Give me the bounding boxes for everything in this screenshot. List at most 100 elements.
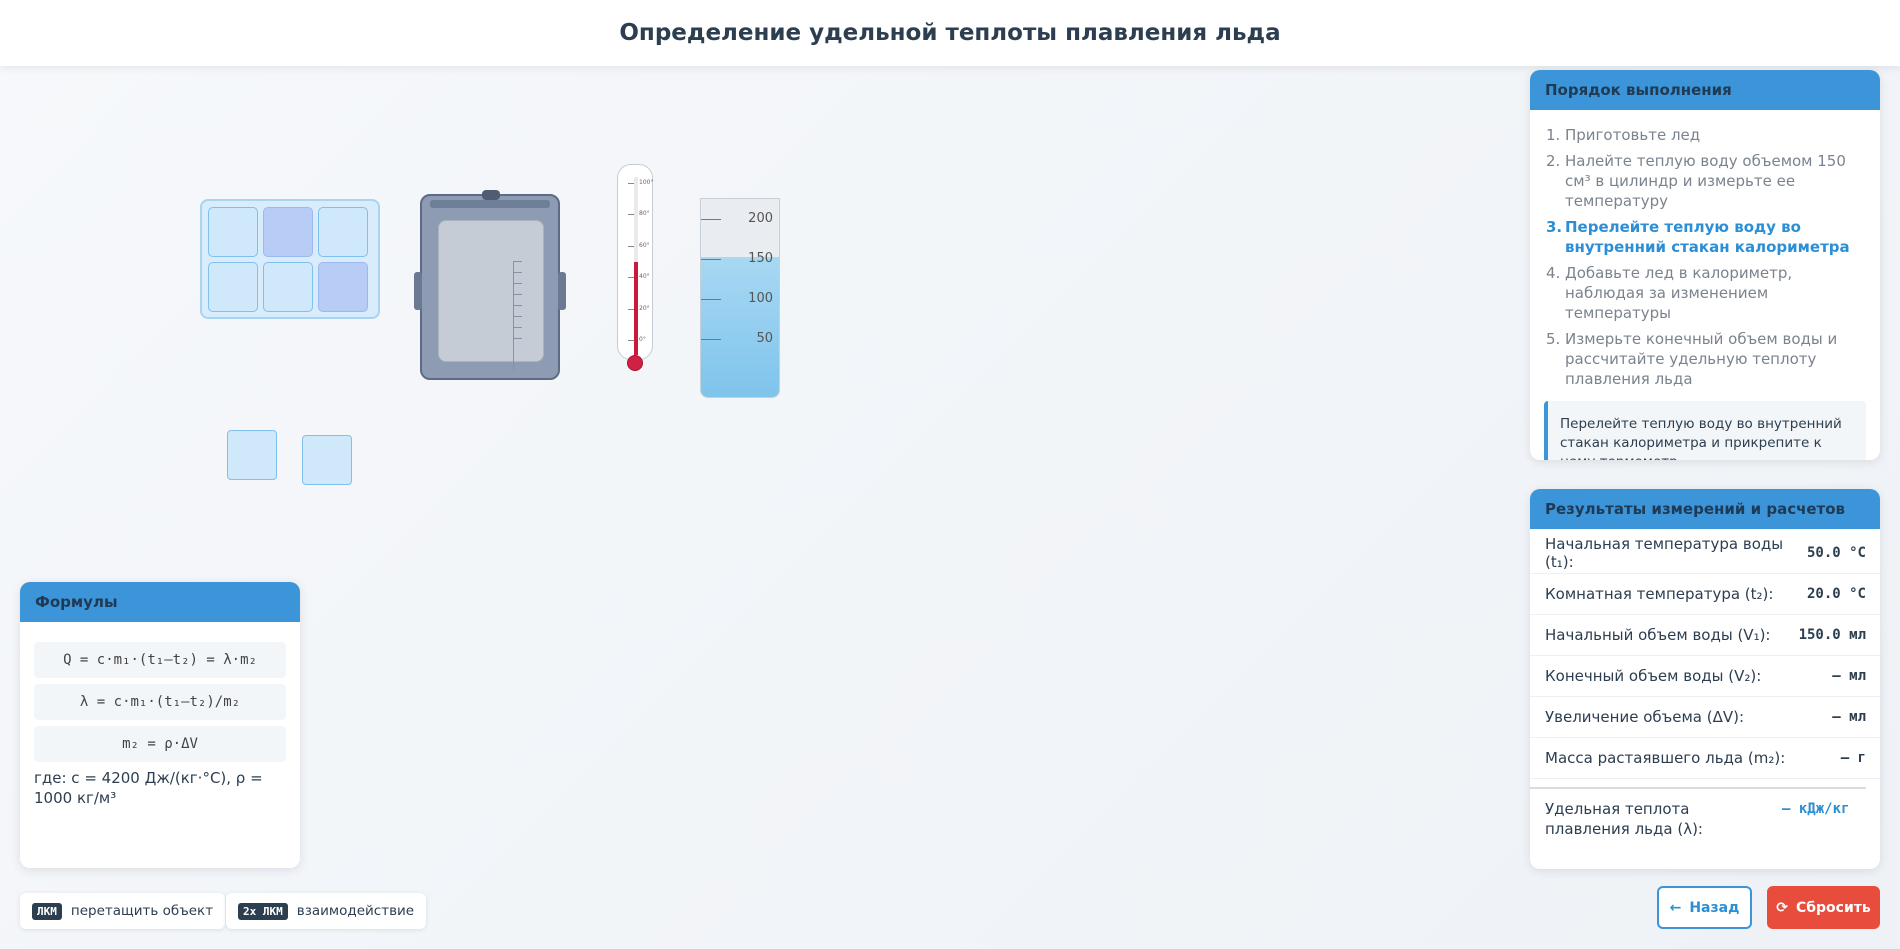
hint-box: Перелейте теплую воду во внутренний стак… [1544,401,1866,460]
result-row: Конечный объем воды (V₂): – мл [1530,656,1880,697]
legend-interact: 2x ЛКМ взаимодействие [226,893,427,929]
app-header: Определение удельной теплоты плавления л… [0,0,1900,66]
thermometer-tick [628,277,634,279]
cylinder-label: 150 [748,251,773,266]
thermometer-label: 60° [639,241,650,249]
ice-tray[interactable] [200,199,380,319]
result-label: Начальный объем воды (V₁): [1545,626,1771,644]
results-panel: Результаты измерений и расчетов Начальна… [1530,489,1880,869]
step-number: 4. [1546,264,1561,282]
step-text: Приготовьте лед [1565,126,1701,144]
instructions-title: Порядок выполнения [1530,70,1880,110]
step-text: Добавьте лед в калориметр, наблюдая за и… [1565,264,1793,322]
back-button[interactable]: ← Назад [1657,886,1752,929]
result-value: 150.0 мл [1798,627,1866,643]
step-number: 1. [1546,126,1561,144]
ice-cube[interactable] [263,262,313,312]
thermometer-label: 20° [639,304,650,312]
result-row: Комнатная температура (t₂): 20.0 °C [1530,574,1880,615]
ice-cube[interactable] [318,207,368,257]
thermometer-mercury [634,261,638,355]
result-value: 20.0 °C [1806,586,1866,602]
result-value: – г [1840,750,1866,766]
cylinder-label: 50 [756,331,773,346]
formulas-panel: Формулы Q = c·m₁·(t₁–t₂) = λ·m₂ λ = c·m₁·… [20,582,300,868]
step-number: 5. [1546,330,1561,348]
ice-tray-slot-empty [263,207,313,257]
mouse-key-badge: 2x ЛКМ [238,902,288,920]
page-title: Определение удельной теплоты плавления л… [619,20,1281,46]
ice-cube[interactable] [208,207,258,257]
step-item: 1. Приготовьте лед [1546,125,1864,145]
step-text: Измерьте конечный объем воды и рассчитай… [1565,330,1838,388]
results-title: Результаты измерений и расчетов [1530,489,1880,529]
result-row: Начальный объем воды (V₁): 150.0 мл [1530,615,1880,656]
step-number: 2. [1546,152,1561,170]
thermometer-tick [628,245,634,247]
calorimeter-handle [558,272,566,310]
cylinder-water [701,257,779,397]
ice-cube[interactable] [208,262,258,312]
step-item: 2. Налейте теплую воду объемом 150 см³ в … [1546,151,1864,211]
step-text: Налейте теплую воду объемом 150 см³ в ци… [1565,152,1846,210]
thermometer[interactable]: 100° 80° 60° 40° 20° 0° [617,164,654,371]
formula-item: m₂ = ρ·ΔV [34,726,286,762]
legend-text: перетащить объект [70,903,214,919]
mouse-key-badge: ЛКМ [32,902,62,920]
cylinder-label: 100 [748,291,773,306]
formula-note: где: c = 4200 Дж/(кг·°C), ρ = 1000 кг/м³ [34,769,263,807]
result-label: Масса растаявшего льда (m₂): [1545,749,1786,767]
back-label: Назад [1689,899,1740,916]
calorimeter[interactable] [414,190,566,380]
formula-item: λ = c·m₁·(t₁–t₂)/m₂ [34,684,286,720]
result-row: Масса растаявшего льда (m₂): – г [1530,738,1880,779]
instructions-panel: Порядок выполнения 1. Приготовьте лед 2. На… [1530,70,1880,460]
result-label: Конечный объем воды (V₂): [1545,667,1762,685]
measuring-cylinder[interactable]: 200 150 100 50 [700,198,780,398]
step-item: 4. Добавьте лед в калориметр, наблюдая за… [1546,263,1864,323]
calorimeter-knob [482,190,500,200]
result-value: – мл [1832,709,1866,725]
result-value: – мл [1832,668,1866,684]
formula-list: Q = c·m₁·(t₁–t₂) = λ·m₂ λ = c·m₁·(t₁–t₂)/… [20,622,300,762]
thermometer-tick [628,340,634,341]
ice-cube[interactable] [302,435,352,485]
formulas-title: Формулы [20,582,300,622]
cylinder-tick [701,339,721,340]
thermometer-label: 80° [639,210,650,218]
result-final-row: Удельная теплота плавления льда (λ): – к… [1530,787,1866,849]
step-number: 3. [1546,218,1563,236]
calorimeter-inner-cup[interactable] [438,220,544,371]
legend-drag: ЛКМ перетащить объект [20,893,226,929]
reset-label: Сбросить [1795,899,1871,916]
step-text: Перелейте теплую воду во внутренний стак… [1565,218,1850,256]
steps-list: 1. Приготовьте лед 2. Налейте теплую воду о… [1530,110,1880,389]
ice-cube[interactable] [227,430,277,480]
cylinder-tick [701,259,721,260]
result-value: 50.0 °C [1806,545,1866,561]
result-final-value: – кДж/кг [1782,801,1850,817]
calorimeter-scale [513,261,525,371]
step-item: 3. Перелейте теплую воду во внутренний ст… [1546,217,1864,257]
thermometer-tick [628,183,634,184]
thermometer-tick [628,214,634,216]
thermometer-label: 100° [639,179,654,186]
result-label: Увеличение объема (ΔV): [1545,708,1744,726]
formula-item: Q = c·m₁·(t₁–t₂) = λ·m₂ [34,642,286,678]
thermometer-bulb [627,355,643,371]
step-item: 5. Измерьте конечный объем воды и рассчит… [1546,329,1864,389]
result-label: Начальная температура воды (t₁): [1545,535,1784,571]
thermometer-tick [628,308,634,310]
calorimeter-handle [414,272,422,310]
cylinder-label: 200 [748,211,773,226]
thermometer-label: 0° [639,336,646,343]
calorimeter-lid [430,200,550,208]
cylinder-tick [701,299,721,300]
result-label: Комнатная температура (t₂): [1545,585,1774,603]
ice-tray-slot-empty [318,262,368,312]
legend-text: взаимодействие [296,903,415,919]
cylinder-tick [701,219,721,220]
reset-button[interactable]: ⟳ Сбросить [1767,886,1880,929]
results-rows: Начальная температура воды (t₁): 50.0 °C К… [1530,529,1880,779]
result-row: Увеличение объема (ΔV): – мл [1530,697,1880,738]
